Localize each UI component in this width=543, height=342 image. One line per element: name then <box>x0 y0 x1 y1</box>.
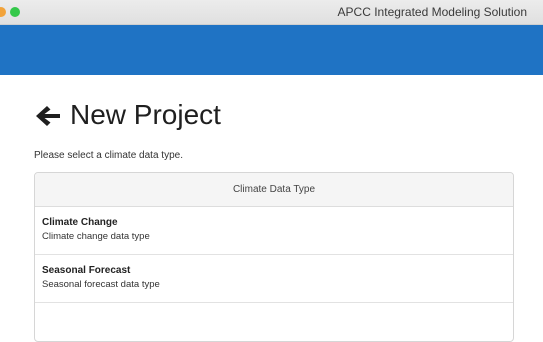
option-description: Climate change data type <box>42 231 150 242</box>
option-title: Seasonal Forecast <box>42 265 131 276</box>
arrow-left-icon[interactable] <box>34 103 62 127</box>
window-close-button[interactable] <box>0 7 6 17</box>
window-titlebar: APCC Integrated Modeling Solution <box>0 0 543 25</box>
option-description: Seasonal forecast data type <box>42 279 160 290</box>
window-zoom-button[interactable] <box>10 7 20 17</box>
option-title: Climate Change <box>42 217 118 228</box>
climate-data-type-panel: Climate Data Type Climate Change Climate… <box>34 172 514 342</box>
page-title: New Project <box>34 99 221 131</box>
app-header-bar <box>0 25 543 75</box>
instructions-text: Please select a climate data type. <box>34 150 183 161</box>
option-climate-change[interactable]: Climate Change Climate change data type <box>35 207 513 255</box>
page-title-text: New Project <box>70 99 221 130</box>
option-seasonal-forecast[interactable]: Seasonal Forecast Seasonal forecast data… <box>35 255 513 303</box>
window-title: APCC Integrated Modeling Solution <box>337 5 527 19</box>
panel-header: Climate Data Type <box>35 173 513 207</box>
